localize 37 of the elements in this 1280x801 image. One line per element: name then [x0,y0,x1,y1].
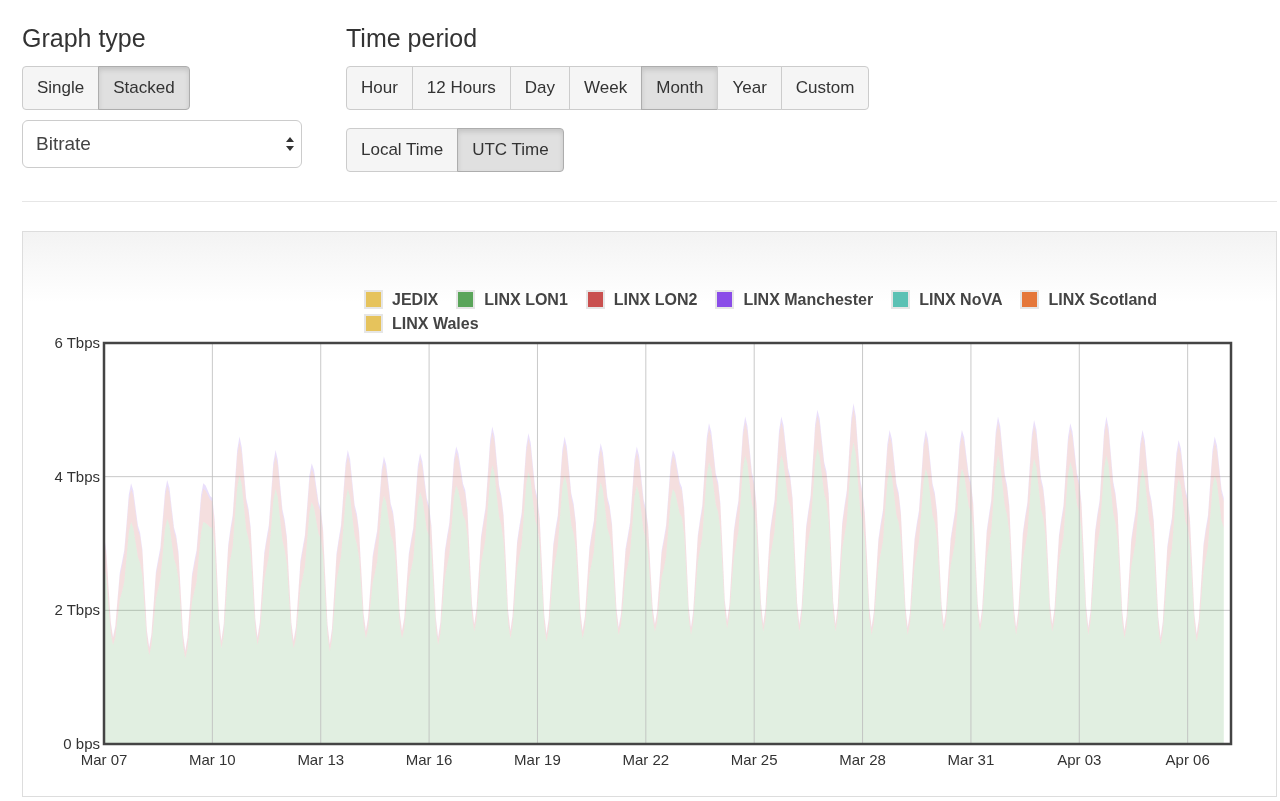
legend-label[interactable]: LINX LON2 [613,290,698,309]
y-axis-label: 6 Tbps [54,336,100,351]
x-axis-label: Mar 31 [947,751,995,768]
legend-label[interactable]: LINX Wales [392,314,479,333]
x-axis-label: Mar 25 [730,751,778,768]
x-axis-label: Mar 19 [514,751,561,768]
x-axis-label: Mar 10 [189,751,236,768]
x-axis-label: Apr 06 [1165,751,1210,768]
legend-label[interactable]: LINX Scotland [1048,290,1157,309]
time-range-button[interactable]: Hour [346,66,413,110]
graph-type-button[interactable]: Single [22,66,100,110]
x-axis-label: Mar 28 [839,751,886,768]
x-axis-label: Mar 22 [622,751,670,768]
section-heading: Graph type [22,23,147,54]
y-axis-label: 0 bps [63,735,100,752]
legend-label[interactable]: LINX NoVA [919,290,1003,309]
legend-label[interactable]: LINX LON1 [484,290,568,309]
time-zone-button[interactable]: UTC Time [457,128,564,172]
legend-label[interactable]: LINX Manchester [743,290,874,309]
section-heading: Time period [346,23,479,54]
time-range-button[interactable]: Day [509,66,571,110]
legend-label[interactable]: JEDIX [392,290,439,309]
updown-caret-icon [285,136,295,152]
x-axis-label: Mar 07 [80,751,128,768]
x-axis-label: Mar 16 [405,751,453,768]
metric-select[interactable]: Bitrate [22,120,302,168]
time-range-button[interactable]: Month [641,66,719,110]
time-range-button[interactable]: Year [717,66,782,110]
time-range-button[interactable]: 12 Hours [411,66,511,110]
time-zone-button[interactable]: Local Time [346,128,459,172]
time-range-button[interactable]: Custom [780,66,870,110]
x-axis-label: Apr 03 [1057,751,1102,768]
graph-type-button[interactable]: Stacked [98,66,190,110]
time-range-button[interactable]: Week [569,66,643,110]
x-axis-label: Mar 13 [297,751,345,768]
y-axis-label: 2 Tbps [54,601,100,619]
y-axis-label: 4 Tbps [54,467,100,485]
